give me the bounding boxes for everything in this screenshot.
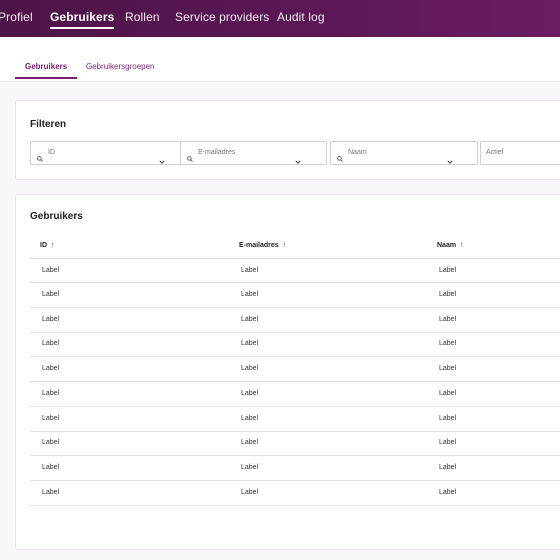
cell-id: Label: [42, 340, 60, 347]
cell-email: Label: [241, 316, 259, 323]
table-row[interactable]: Label Label Label: [30, 283, 560, 308]
tab-gebruikers[interactable]: Gebruikers: [14, 62, 78, 79]
column-header-label: Naam: [437, 242, 457, 249]
active-filter-field[interactable]: Actief: [480, 141, 560, 165]
subtab-bar: Gebruikers Gebruikersgroepen: [0, 37, 560, 82]
cell-name: Label: [439, 415, 457, 422]
table-row[interactable]: Label Label Label: [30, 407, 560, 432]
users-table-card: Gebruikers ID ↑ E-mailadres ↑ Naam ↑ Lab…: [15, 194, 560, 550]
filter-card: Filteren ID E-mailadres Naam Actief: [15, 100, 560, 180]
cell-name: Label: [439, 390, 457, 397]
column-header-label: E-mailadres: [239, 242, 279, 249]
search-icon: [187, 149, 193, 167]
cell-name: Label: [439, 267, 457, 274]
cell-id: Label: [42, 415, 60, 422]
sort-arrow-icon: ↑: [460, 242, 464, 249]
chevron-down-icon[interactable]: [447, 151, 453, 169]
email-filter-placeholder: E-mailadres: [198, 149, 236, 156]
cell-id: Label: [42, 267, 60, 274]
cell-id: Label: [42, 439, 60, 446]
cell-id: Label: [42, 464, 60, 471]
cell-email: Label: [241, 390, 259, 397]
search-icon: [37, 149, 43, 167]
sort-arrow-icon: ↑: [50, 242, 55, 249]
cell-email: Label: [241, 291, 259, 298]
cell-email: Label: [241, 489, 259, 496]
cell-name: Label: [439, 464, 457, 471]
table-row[interactable]: Label Label Label: [30, 308, 560, 333]
cell-id: Label: [42, 291, 60, 298]
cell-email: Label: [241, 464, 259, 471]
cell-name: Label: [439, 489, 457, 496]
chevron-down-icon[interactable]: [295, 151, 301, 169]
top-navigation: Profiel Gebruikers Rollen Service provid…: [0, 0, 560, 37]
active-filter-placeholder: Actief: [486, 149, 504, 156]
filter-title: Filteren: [30, 119, 67, 130]
cell-name: Label: [439, 439, 457, 446]
nav-item-audit-log[interactable]: Audit log: [277, 10, 325, 24]
nav-item-rollen[interactable]: Rollen: [125, 10, 160, 24]
table-row[interactable]: Label Label Label: [30, 382, 560, 407]
id-filter-placeholder: ID: [48, 149, 55, 156]
search-icon: [337, 149, 343, 167]
email-filter-field[interactable]: E-mailadres: [180, 141, 327, 165]
column-header-id[interactable]: ID ↑: [40, 242, 54, 249]
cell-email: Label: [241, 415, 259, 422]
nav-item-profiel[interactable]: Profiel: [0, 10, 33, 24]
cell-name: Label: [439, 316, 457, 323]
table-row[interactable]: Label Label Label: [30, 431, 560, 456]
id-filter-field[interactable]: ID: [30, 141, 192, 165]
table-row[interactable]: Label Label Label: [30, 258, 560, 283]
cell-email: Label: [241, 267, 259, 274]
cell-id: Label: [42, 390, 60, 397]
name-filter-field[interactable]: Naam: [330, 141, 478, 165]
cell-name: Label: [439, 365, 457, 372]
column-header-label: ID: [40, 242, 47, 249]
table-row[interactable]: Label Label Label: [30, 481, 560, 506]
column-header-email[interactable]: E-mailadres ↑: [239, 242, 286, 249]
cell-email: Label: [241, 439, 259, 446]
cell-id: Label: [42, 316, 60, 323]
table-row[interactable]: Label Label Label: [30, 357, 560, 382]
cell-name: Label: [439, 291, 457, 298]
table-row[interactable]: Label Label Label: [30, 332, 560, 357]
nav-item-service-providers[interactable]: Service providers: [175, 10, 269, 24]
name-filter-placeholder: Naam: [348, 149, 367, 156]
cell-id: Label: [42, 365, 60, 372]
tab-gebruikersgroepen[interactable]: Gebruikersgroepen: [86, 62, 154, 71]
cell-email: Label: [241, 365, 259, 372]
cell-name: Label: [439, 340, 457, 347]
chevron-down-icon[interactable]: [159, 151, 165, 169]
column-header-name[interactable]: Naam ↑: [437, 242, 464, 249]
nav-item-gebruikers[interactable]: Gebruikers: [50, 10, 115, 29]
cell-email: Label: [241, 340, 259, 347]
cell-id: Label: [42, 489, 60, 496]
table-title: Gebruikers: [30, 211, 83, 222]
table-row[interactable]: Label Label Label: [30, 456, 560, 481]
sort-arrow-icon: ↑: [282, 242, 287, 249]
